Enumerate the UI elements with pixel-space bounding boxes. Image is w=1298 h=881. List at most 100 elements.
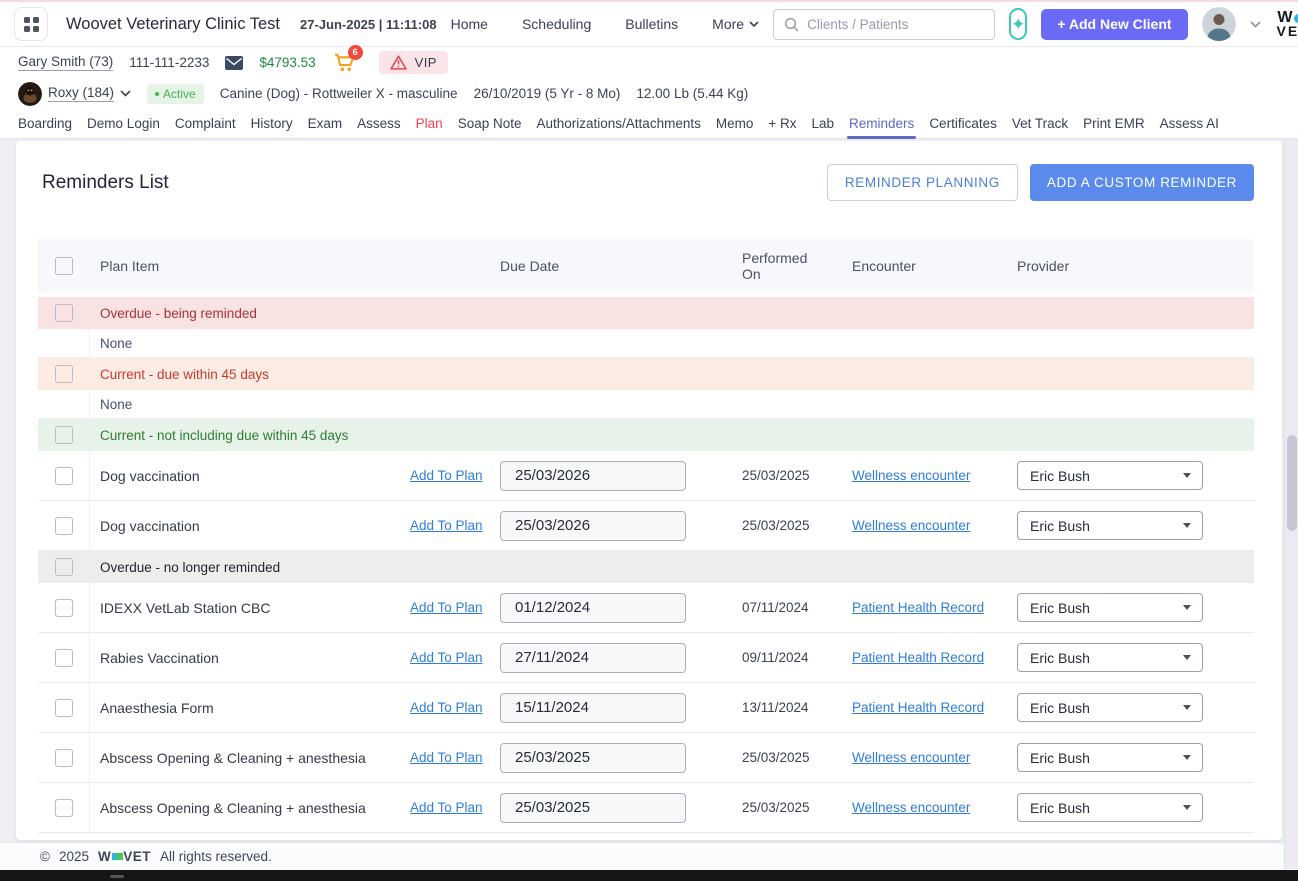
add-to-plan-link[interactable]: Add To Plan — [410, 750, 483, 765]
nav-item-bulletins[interactable]: Bulletins — [625, 16, 678, 32]
provider-select[interactable]: Eric Bush — [1017, 643, 1203, 672]
row-checkbox[interactable] — [55, 649, 73, 667]
global-search[interactable] — [773, 9, 995, 40]
plan-item-label: Abscess Opening & Cleaning + anesthesia — [90, 783, 400, 832]
tab-exam[interactable]: Exam — [308, 110, 343, 138]
add-to-plan-link[interactable]: Add To Plan — [410, 518, 483, 533]
tab-history[interactable]: History — [251, 110, 293, 138]
due-date-input[interactable] — [500, 643, 686, 673]
reminders-table: Plan Item Due Date Performed On Encounte… — [38, 239, 1254, 833]
row-checkbox[interactable] — [55, 558, 73, 576]
tab-reminders[interactable]: Reminders — [849, 110, 914, 138]
client-name-link[interactable]: Gary Smith (73) — [18, 54, 113, 71]
ai-assist-button[interactable]: ✦ — [1009, 8, 1027, 40]
performed-on-value: 09/11/2024 — [742, 650, 809, 665]
due-date-input[interactable] — [500, 593, 686, 623]
group-row-label: Overdue - no longer reminded — [90, 560, 1254, 575]
provider-value: Eric Bush — [1030, 600, 1090, 616]
user-avatar[interactable] — [1202, 7, 1236, 41]
encounter-link[interactable]: Patient Health Record — [852, 600, 984, 615]
provider-select[interactable]: Eric Bush — [1017, 693, 1203, 722]
add-custom-reminder-button[interactable]: ADD A CUSTOM REMINDER — [1030, 164, 1254, 201]
plan-item-label: Rabies Vaccination — [90, 633, 400, 682]
tab-lab[interactable]: Lab — [812, 110, 835, 138]
encounter-link[interactable]: Wellness encounter — [852, 468, 970, 483]
app-grid-button[interactable] — [14, 7, 48, 41]
table-row: Dog vaccinationAdd To Plan25/03/2025Well… — [38, 501, 1254, 551]
cart-button[interactable]: 6 — [334, 53, 355, 72]
envelope-icon[interactable] — [225, 56, 243, 70]
footer: © 2025 WVET All rights reserved. — [0, 842, 1298, 870]
client-bar: Gary Smith (73) 111-111-2233 $4793.53 6 … — [0, 47, 1298, 78]
client-balance[interactable]: $4793.53 — [259, 55, 315, 70]
chevron-down-icon — [1183, 605, 1191, 610]
tab-demo-login[interactable]: Demo Login — [87, 110, 160, 138]
tab-boarding[interactable]: Boarding — [18, 110, 72, 138]
chevron-down-icon — [1183, 523, 1191, 528]
main-content: Reminders List REMINDER PLANNING ADD A C… — [0, 139, 1298, 842]
tab-memo[interactable]: Memo — [716, 110, 754, 138]
encounter-link[interactable]: Patient Health Record — [852, 700, 984, 715]
tab-certificates[interactable]: Certificates — [929, 110, 997, 138]
nav-item-scheduling[interactable]: Scheduling — [522, 16, 591, 32]
provider-value: Eric Bush — [1030, 800, 1090, 816]
provider-select[interactable]: Eric Bush — [1017, 511, 1203, 540]
due-date-input[interactable] — [500, 461, 686, 491]
table-row: Abscess Opening & Cleaning + anesthesiaA… — [38, 733, 1254, 783]
chevron-down-icon — [1183, 655, 1191, 660]
row-checkbox[interactable] — [55, 304, 73, 322]
encounter-link[interactable]: Patient Health Record — [852, 650, 984, 665]
patient-avatar[interactable] — [18, 82, 42, 106]
tab-complaint[interactable]: Complaint — [175, 110, 236, 138]
patient-status-badge: Active — [147, 84, 204, 104]
row-checkbox[interactable] — [55, 365, 73, 383]
nav-item-more[interactable]: More — [712, 16, 759, 32]
provider-select[interactable]: Eric Bush — [1017, 461, 1203, 490]
tab-print-emr[interactable]: Print EMR — [1083, 110, 1145, 138]
patient-name-link[interactable]: Roxy (184) — [48, 85, 114, 102]
search-input[interactable] — [807, 17, 984, 32]
select-all-checkbox[interactable] — [55, 257, 73, 275]
row-checkbox[interactable] — [55, 599, 73, 617]
row-checkbox[interactable] — [55, 467, 73, 485]
add-new-client-button[interactable]: + Add New Client — [1041, 9, 1187, 40]
row-checkbox[interactable] — [55, 426, 73, 444]
table-row: Anaesthesia FormAdd To Plan13/11/2024Pat… — [38, 683, 1254, 733]
nav-item-home[interactable]: Home — [451, 16, 488, 32]
profile-chevron-down-icon[interactable] — [1250, 21, 1261, 28]
row-checkbox[interactable] — [55, 699, 73, 717]
encounter-link[interactable]: Wellness encounter — [852, 518, 970, 533]
add-to-plan-link[interactable]: Add To Plan — [410, 700, 483, 715]
tab--rx[interactable]: + Rx — [768, 110, 796, 138]
tab-vet-track[interactable]: Vet Track — [1012, 110, 1068, 138]
encounter-link[interactable]: Wellness encounter — [852, 800, 970, 815]
row-checkbox[interactable] — [55, 799, 73, 817]
tab-soap-note[interactable]: Soap Note — [458, 110, 522, 138]
scrollbar-thumb[interactable] — [1287, 435, 1297, 531]
encounter-link[interactable]: Wellness encounter — [852, 750, 970, 765]
due-date-input[interactable] — [500, 693, 686, 723]
row-checkbox[interactable] — [55, 749, 73, 767]
provider-select[interactable]: Eric Bush — [1017, 793, 1203, 822]
tab-plan[interactable]: Plan — [416, 110, 443, 138]
row-checkbox[interactable] — [55, 517, 73, 535]
add-to-plan-link[interactable]: Add To Plan — [410, 600, 483, 615]
tab-authorizations-attachments[interactable]: Authorizations/Attachments — [537, 110, 701, 138]
due-date-input[interactable] — [500, 743, 686, 773]
due-date-input[interactable] — [500, 511, 686, 541]
client-phone: 111-111-2233 — [129, 55, 209, 70]
add-to-plan-link[interactable]: Add To Plan — [410, 468, 483, 483]
reminder-planning-button[interactable]: REMINDER PLANNING — [827, 164, 1018, 201]
due-date-input[interactable] — [500, 793, 686, 823]
scrollbar-track[interactable] — [1284, 139, 1298, 869]
woovet-logo: W VET — [1277, 10, 1298, 38]
tab-assess-ai[interactable]: Assess AI — [1160, 110, 1219, 138]
provider-select[interactable]: Eric Bush — [1017, 743, 1203, 772]
tab-assess[interactable]: Assess — [357, 110, 401, 138]
provider-select[interactable]: Eric Bush — [1017, 593, 1203, 622]
patient-chevron-down-icon[interactable] — [120, 90, 131, 97]
add-to-plan-link[interactable]: Add To Plan — [410, 650, 483, 665]
col-provider: Provider — [975, 239, 1254, 292]
add-to-plan-link[interactable]: Add To Plan — [410, 800, 483, 815]
chevron-down-icon — [1183, 473, 1191, 478]
